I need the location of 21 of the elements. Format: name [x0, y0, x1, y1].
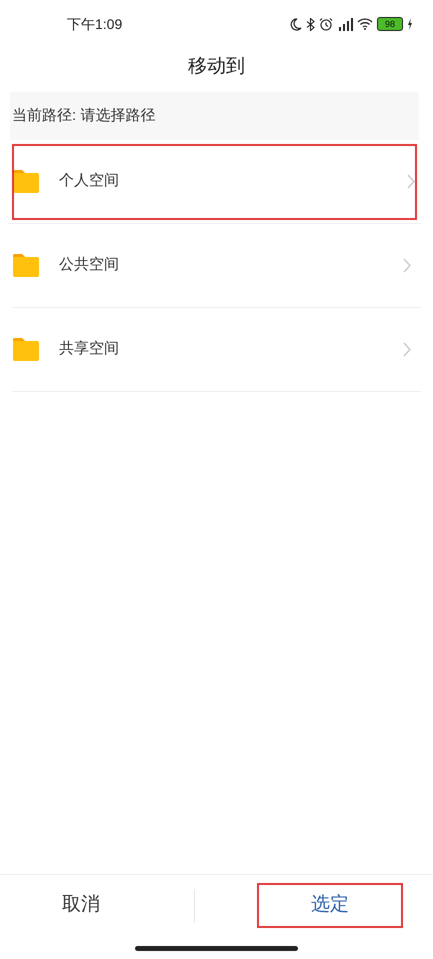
battery-indicator: 98 [377, 17, 403, 31]
folder-icon [12, 254, 40, 277]
confirm-button[interactable]: 选定 [259, 885, 401, 926]
charging-icon [407, 18, 413, 30]
path-bar: 当前路径: 请选择路径 [10, 92, 419, 140]
chevron-right-icon [407, 174, 415, 189]
chevron-right-icon [403, 342, 411, 357]
folder-name: 共享空间 [58, 339, 120, 360]
page-title: 移动到 [188, 54, 245, 79]
folder-icon [12, 338, 40, 361]
clock-time: 下午1:09 [67, 14, 122, 34]
moon-icon [290, 18, 302, 30]
wifi-icon [357, 18, 373, 30]
alarm-icon [319, 17, 333, 31]
signal-icon [337, 18, 353, 30]
bluetooth-icon [306, 18, 315, 30]
cancel-button[interactable]: 取消 [32, 885, 130, 926]
folder-name: 个人空间 [58, 171, 120, 192]
chevron-right-icon [403, 258, 411, 273]
folder-name: 公共空间 [58, 255, 120, 276]
folder-icon [12, 170, 40, 193]
